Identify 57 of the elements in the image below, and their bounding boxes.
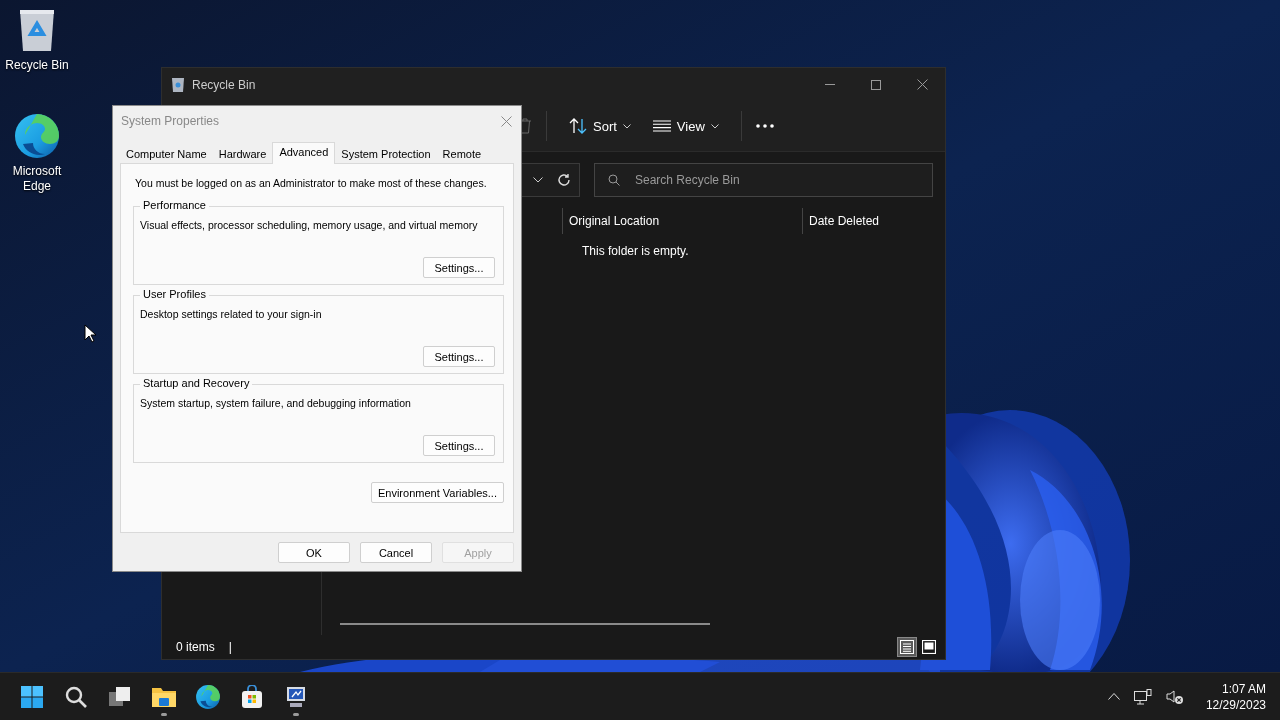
- more-icon[interactable]: [755, 124, 774, 128]
- desktop-icon-label[interactable]: Microsoft Edge: [7, 164, 67, 194]
- scrollbar-thumb[interactable]: [340, 623, 710, 625]
- desktop-icon-label[interactable]: Recycle Bin: [2, 58, 72, 73]
- group-description: System startup, system failure, and debugging information: [140, 397, 412, 409]
- settings-button[interactable]: Settings...: [423, 346, 495, 367]
- edge-icon: [195, 683, 221, 710]
- empty-message: This folder is empty.: [582, 244, 690, 258]
- environment-variables-button[interactable]: Environment Variables...: [370, 482, 504, 503]
- mouse-pointer-icon: [84, 324, 96, 343]
- group-title: Startup and Recovery: [140, 377, 253, 389]
- item-count: 0 items: [176, 640, 215, 654]
- computer-icon: [284, 684, 308, 709]
- toolbar-button[interactable]: Sort: [561, 112, 639, 140]
- running-indicator: [293, 712, 299, 716]
- settings-button[interactable]: Settings...: [423, 257, 495, 278]
- group-description: Visual effects, processor scheduling, memory usage, and virtual memory: [140, 219, 479, 231]
- column-header[interactable]: Original Location: [562, 208, 802, 234]
- task-view-icon: [108, 684, 132, 709]
- toolbar-button[interactable]: View: [644, 112, 727, 140]
- group-title: Performance: [140, 199, 209, 211]
- window-title: Recycle Bin: [192, 77, 256, 92]
- sort-icon: [569, 118, 587, 134]
- view-mode-button[interactable]: [897, 637, 917, 657]
- maximize-icon[interactable]: [871, 79, 881, 90]
- network-icon[interactable]: [1131, 686, 1154, 707]
- lines-icon: [652, 120, 671, 132]
- dialog-title: System Properties: [121, 114, 220, 128]
- search-field[interactable]: Search Recycle Bin: [594, 163, 933, 197]
- group-description: Desktop settings related to your sign-in: [140, 308, 323, 320]
- search-icon: [608, 174, 620, 186]
- group-title: User Profiles: [140, 288, 209, 300]
- tiles-view-icon: [922, 640, 936, 654]
- search-icon: [64, 684, 88, 709]
- clock-date[interactable]: 12/29/2023: [1205, 696, 1266, 713]
- dialog-button[interactable]: OK: [278, 542, 350, 563]
- close-icon[interactable]: [916, 79, 928, 90]
- status-separator: |: [228, 640, 232, 654]
- view-mode-button[interactable]: [919, 637, 939, 657]
- chevron-down-icon: [710, 123, 719, 129]
- running-indicator: [161, 712, 167, 716]
- windows-logo-icon: [20, 684, 44, 709]
- clock-time[interactable]: 1:07 AM: [1221, 680, 1266, 697]
- dialog-button[interactable]: Cancel: [360, 542, 432, 563]
- recycle-bin-icon: [172, 77, 184, 92]
- details-view-icon: [900, 640, 914, 654]
- refresh-icon[interactable]: [557, 173, 571, 187]
- admin-note: You must be logged on as an Administrator to make most of these changes.: [135, 177, 488, 189]
- chevron-down-icon[interactable]: [533, 177, 543, 183]
- chevron-down-icon: [622, 123, 631, 129]
- close-icon[interactable]: [500, 115, 512, 127]
- edge-icon: [13, 112, 61, 160]
- store-bag-icon: [240, 684, 264, 709]
- recycle-bin-icon: [18, 8, 56, 52]
- settings-button[interactable]: Settings...: [423, 435, 495, 456]
- column-header[interactable]: Date Deleted: [802, 208, 1042, 234]
- tab[interactable]: Advanced: [272, 142, 336, 164]
